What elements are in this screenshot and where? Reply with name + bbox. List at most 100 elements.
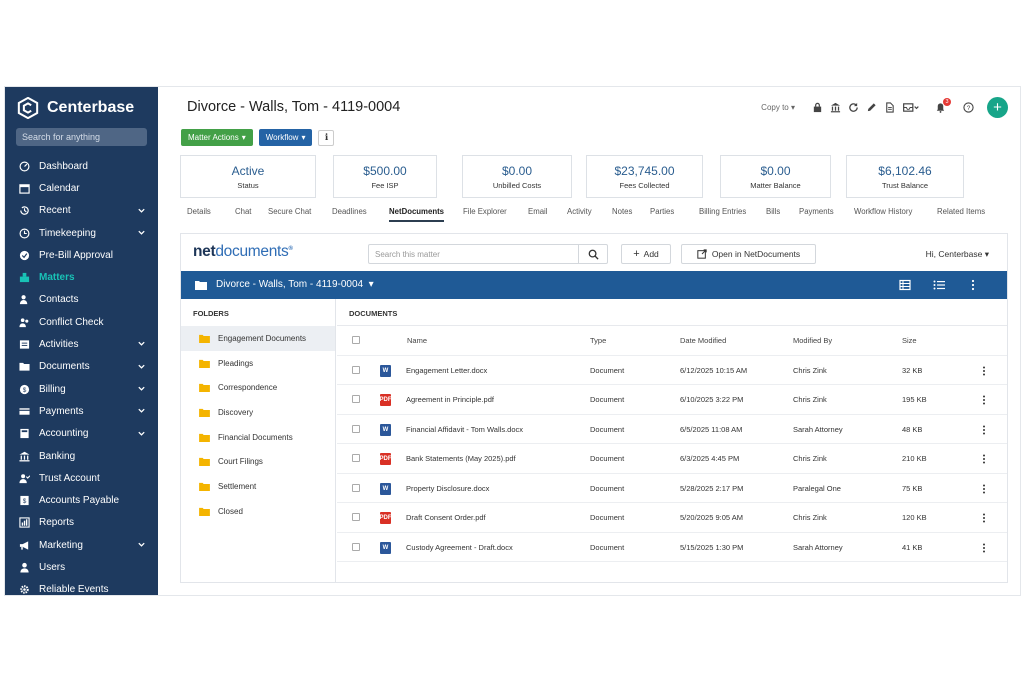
document-name[interactable]: Property Disclosure.docx	[406, 484, 489, 493]
sidebar-item-matters[interactable]: Matters	[5, 266, 158, 288]
row-checkbox[interactable]	[352, 424, 360, 433]
document-name[interactable]: Custody Agreement - Draft.docx	[406, 543, 513, 552]
inbox-dropdown-icon[interactable]	[902, 102, 920, 113]
tab-related-items[interactable]: Related Items	[937, 207, 985, 216]
sidebar-item-calendar[interactable]: Calendar	[5, 177, 158, 199]
matter-bar-title[interactable]: Divorce - Walls, Tom - 4119-0004 ▾	[216, 279, 374, 290]
folder-item[interactable]: Court Filings	[181, 449, 335, 474]
add-new-button[interactable]: +	[987, 97, 1008, 118]
sidebar-item-trust-account[interactable]: Trust Account	[5, 467, 158, 489]
sidebar-item-conflict-check[interactable]: Conflict Check	[5, 311, 158, 333]
tab-bills[interactable]: Bills	[766, 207, 780, 216]
sidebar-item-contacts[interactable]: Contacts	[5, 289, 158, 311]
document-name[interactable]: Financial Affidavit - Tom Walls.docx	[406, 425, 523, 434]
row-more-icon[interactable]	[982, 454, 986, 464]
sidebar-item-reliable-events[interactable]: Reliable Events	[5, 579, 158, 595]
sidebar-item-accounting[interactable]: Accounting	[5, 423, 158, 445]
global-search-input[interactable]	[16, 128, 147, 146]
document-name[interactable]: Agreement in Principle.pdf	[406, 395, 494, 404]
row-more-icon[interactable]	[982, 425, 986, 435]
tab-workflow-history[interactable]: Workflow History	[854, 207, 912, 216]
row-more-icon[interactable]	[982, 543, 986, 553]
lock-icon[interactable]	[812, 102, 823, 113]
help-icon[interactable]: ?	[963, 102, 974, 113]
tab-notes[interactable]: Notes	[612, 207, 632, 216]
tab-details[interactable]: Details	[187, 207, 211, 216]
tab-billing-entries[interactable]: Billing Entries	[699, 207, 746, 216]
row-checkbox[interactable]	[352, 513, 360, 521]
workflow-button[interactable]: Workflow ▾	[258, 129, 313, 146]
sidebar-item-billing[interactable]: $ Billing	[5, 378, 158, 400]
sidebar-item-documents[interactable]: Documents	[5, 356, 158, 378]
document-name[interactable]: Draft Consent Order.pdf	[406, 513, 486, 522]
row-more-icon[interactable]	[982, 395, 986, 405]
column-name[interactable]: Name	[407, 336, 427, 345]
sidebar-item-recent[interactable]: Recent	[5, 200, 158, 222]
detail-list-icon[interactable]	[933, 279, 945, 291]
folder-item[interactable]: Financial Documents	[181, 425, 335, 450]
tab-parties[interactable]: Parties	[650, 207, 674, 216]
sidebar-item-banking[interactable]: Banking	[5, 445, 158, 467]
row-checkbox[interactable]	[352, 454, 360, 462]
table-row[interactable]: PDF Bank Statements (May 2025).pdf Documen…	[337, 444, 1007, 474]
row-checkbox[interactable]	[352, 542, 360, 551]
add-document-button[interactable]: + Add	[621, 244, 671, 264]
table-row[interactable]: W Financial Affidavit - Tom Walls.docx Doc…	[337, 415, 1007, 444]
copy-to-dropdown[interactable]: Copy to ▾	[761, 103, 795, 112]
column-size[interactable]: Size	[902, 336, 917, 345]
sidebar-item-reports[interactable]: Reports	[5, 512, 158, 534]
bell-icon[interactable]: 3	[935, 98, 951, 113]
brand[interactable]: Centerbase	[17, 95, 134, 121]
table-row[interactable]: W Engagement Letter.docx Document 6/12/2025…	[337, 356, 1007, 385]
row-more-icon[interactable]	[982, 366, 986, 376]
tab-email[interactable]: Email	[528, 207, 548, 216]
sidebar-item-accounts-payable[interactable]: $ Accounts Payable	[5, 489, 158, 511]
folder-item[interactable]: Engagement Documents	[181, 326, 335, 351]
column-modified-by[interactable]: Modified By	[793, 336, 832, 345]
tab-deadlines[interactable]: Deadlines	[332, 207, 367, 216]
document-name[interactable]: Bank Statements (May 2025).pdf	[406, 454, 516, 463]
sidebar-item-payments[interactable]: Payments	[5, 400, 158, 422]
folder-item[interactable]: Closed	[181, 499, 335, 524]
sidebar-item-activities[interactable]: Activities	[5, 333, 158, 355]
table-row[interactable]: PDF Draft Consent Order.pdf Document 5/20/2…	[337, 503, 1007, 533]
select-all-checkbox[interactable]	[352, 336, 360, 344]
document-name[interactable]: Engagement Letter.docx	[406, 366, 487, 375]
row-more-icon[interactable]	[982, 513, 986, 523]
sidebar-item-pre-bill-approval[interactable]: Pre-Bill Approval	[5, 244, 158, 266]
table-row[interactable]: PDF Agreement in Principle.pdf Document 6/1…	[337, 385, 1007, 415]
document-icon[interactable]	[884, 102, 895, 113]
more-options-icon[interactable]	[967, 279, 979, 291]
matter-search-input[interactable]: Search this matter	[368, 244, 608, 264]
sidebar-item-users[interactable]: Users	[5, 556, 158, 578]
tab-payments[interactable]: Payments	[799, 207, 834, 216]
row-more-icon[interactable]	[982, 484, 986, 494]
column-type[interactable]: Type	[590, 336, 606, 345]
sidebar-item-marketing[interactable]: Marketing	[5, 534, 158, 556]
pencil-icon[interactable]	[866, 102, 877, 113]
list-view-icon[interactable]	[899, 279, 911, 291]
tab-file-explorer[interactable]: File Explorer	[463, 207, 507, 216]
open-in-netdocuments-button[interactable]: Open in NetDocuments	[681, 244, 816, 264]
column-date-modified[interactable]: Date Modified	[680, 336, 726, 345]
folder-item[interactable]: Pleadings	[181, 351, 335, 376]
table-row[interactable]: W Property Disclosure.docx Document 5/28/20…	[337, 474, 1007, 503]
tab-chat[interactable]: Chat	[235, 207, 251, 216]
sidebar-item-dashboard[interactable]: Dashboard	[5, 155, 158, 177]
matter-actions-button[interactable]: Matter Actions ▾	[181, 129, 253, 146]
tab-netdocuments[interactable]: NetDocuments	[389, 207, 445, 222]
row-checkbox[interactable]	[352, 365, 360, 374]
search-button[interactable]	[578, 244, 608, 264]
table-row[interactable]: W Custody Agreement - Draft.docx Document 5…	[337, 533, 1007, 562]
folder-item[interactable]: Correspondence	[181, 375, 335, 400]
info-button[interactable]: ℹ	[318, 129, 335, 146]
folder-item[interactable]: Discovery	[181, 400, 335, 425]
user-greeting-dropdown[interactable]: Hi, Centerbase ▾	[926, 249, 989, 260]
tab-secure-chat[interactable]: Secure Chat	[268, 207, 311, 216]
row-checkbox[interactable]	[352, 483, 360, 492]
refresh-icon[interactable]	[848, 102, 859, 113]
bank-icon[interactable]	[830, 102, 841, 113]
row-checkbox[interactable]	[352, 395, 360, 403]
tab-activity[interactable]: Activity	[567, 207, 592, 216]
folder-item[interactable]: Settlement	[181, 474, 335, 499]
